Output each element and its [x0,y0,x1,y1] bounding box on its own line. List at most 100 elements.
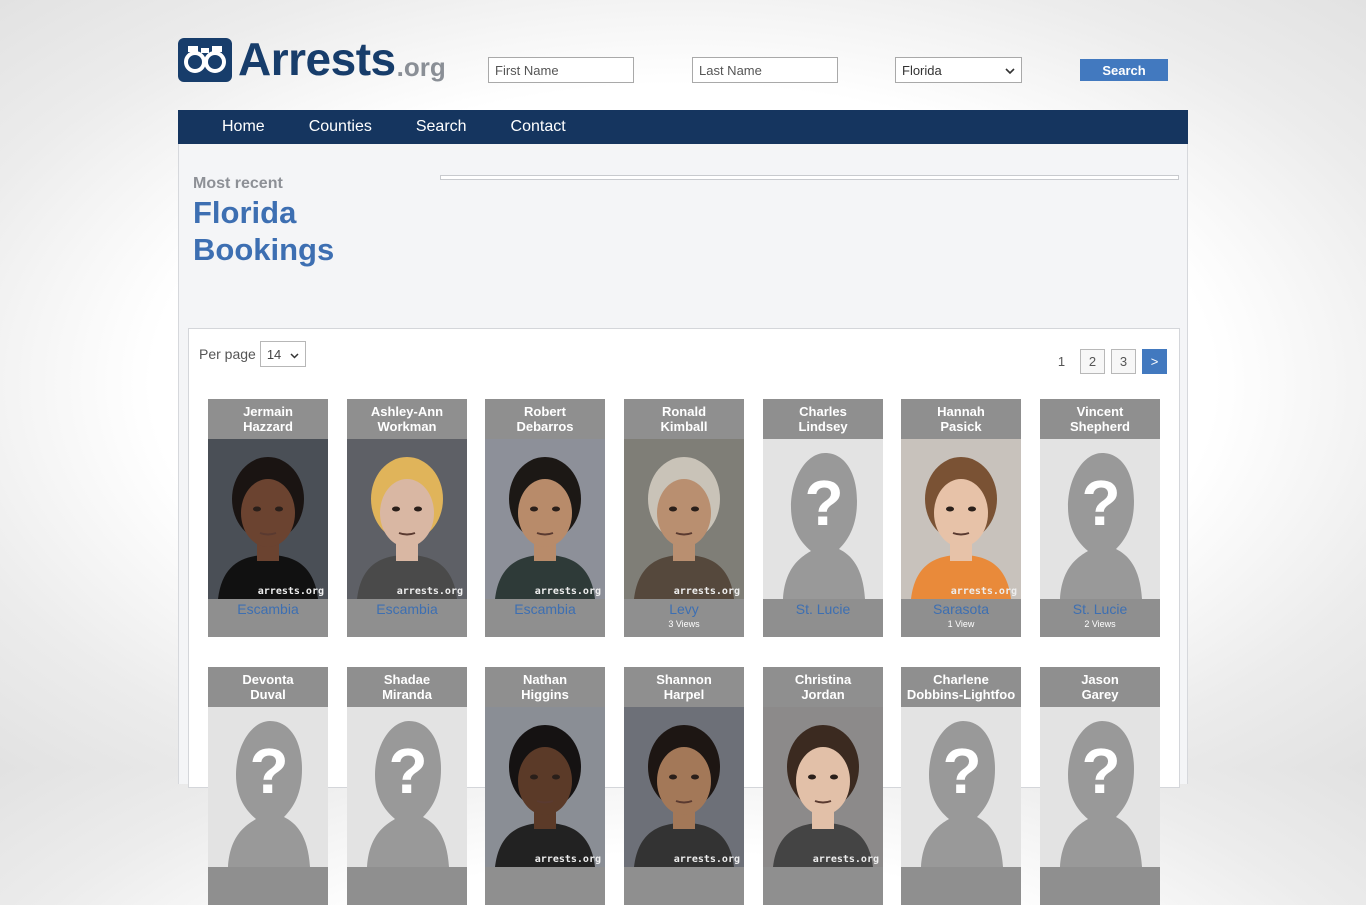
booking-photo[interactable]: arrests.org [485,439,605,599]
page-3-link[interactable]: 3 [1111,349,1136,374]
booking-last-name: Debarros [516,419,574,434]
booking-last-name: Lindsey [798,419,848,434]
booking-name[interactable]: Hannah Pasick [901,399,1021,439]
svg-text:?: ? [1081,467,1120,539]
booking-card[interactable]: Charles Lindsey? St. Lucie [763,399,883,637]
photo-watermark: arrests.org [396,586,463,597]
booking-county-link[interactable]: Escambia [208,601,328,617]
booking-photo[interactable]: arrests.org [208,439,328,599]
ad-placeholder [440,175,1179,180]
booking-card[interactable]: Jermain Hazzard arrests.org Escambia [208,399,328,637]
nav-home[interactable]: Home [222,118,265,136]
nav-counties[interactable]: Counties [309,118,372,136]
booking-card[interactable]: Christina Jordan arrests.org [763,667,883,905]
page-2-link[interactable]: 2 [1080,349,1105,374]
booking-card[interactable]: Devonta Duval? [208,667,328,905]
booking-views: 1 View [947,619,975,629]
booking-card[interactable]: Robert Debarros arrests.org Escambia [485,399,605,637]
booking-name[interactable]: Charlene Dobbins-Lightfoo [901,667,1021,707]
booking-name[interactable]: Jason Garey [1040,667,1160,707]
booking-last-name: Duval [250,687,286,702]
logo-suffix: .org [396,52,446,82]
booking-card[interactable]: Shadae Miranda? [347,667,467,905]
site-logo[interactable]: Arrests .org [178,34,446,82]
booking-first-name: Jason [1081,672,1119,687]
booking-photo[interactable]: ? [1040,707,1160,867]
per-page-label: Per page [199,346,256,362]
photo-watermark: arrests.org [534,854,601,865]
booking-name[interactable]: Robert Debarros [485,399,605,439]
booking-name[interactable]: Nathan Higgins [485,667,605,707]
booking-photo[interactable]: ? [1040,439,1160,599]
first-name-input[interactable] [488,57,634,83]
nav-search[interactable]: Search [416,118,467,136]
per-page-select[interactable]: 14 [259,341,306,367]
photo-watermark: arrests.org [950,586,1017,597]
booking-county-link[interactable]: Sarasota [901,601,1021,617]
booking-photo[interactable]: arrests.org [347,439,467,599]
booking-card[interactable]: Nathan Higgins arrests.org [485,667,605,905]
booking-last-name: Pasick [940,419,982,434]
booking-county-link[interactable]: St. Lucie [1040,601,1160,617]
booking-photo[interactable]: arrests.org [763,707,883,867]
most-recent-label: Most recent [193,175,283,192]
bookings-list: Per page 14 1 2 3 > Jermain Hazzard arrest… [188,328,1180,905]
booking-name[interactable]: Jermain Hazzard [208,399,328,439]
booking-name[interactable]: Christina Jordan [763,667,883,707]
photo-watermark: arrests.org [812,854,879,865]
booking-photo[interactable]: arrests.org [901,439,1021,599]
next-page-button[interactable]: > [1142,349,1167,374]
booking-first-name: Shannon [656,672,712,687]
booking-first-name: Hannah [937,404,985,419]
booking-name[interactable]: Charles Lindsey [763,399,883,439]
booking-card[interactable]: Vincent Shepherd? St. Lucie 2 Views [1040,399,1160,637]
search-button[interactable]: Search [1080,59,1168,81]
booking-photo[interactable]: ? [763,439,883,599]
booking-county-link[interactable]: St. Lucie [763,601,883,617]
svg-text:?: ? [249,735,288,807]
unknown-person-icon: ? [208,707,328,867]
booking-name[interactable]: Vincent Shepherd [1040,399,1160,439]
booking-last-name: Shepherd [1070,419,1130,434]
nav-contact[interactable]: Contact [511,118,566,136]
last-name-input[interactable] [692,57,838,83]
chevron-down-icon [290,347,299,362]
booking-photo[interactable]: ? [208,707,328,867]
booking-card[interactable]: Charlene Dobbins-Lightfoo? [901,667,1021,905]
photo-watermark: arrests.org [673,586,740,597]
booking-name[interactable]: Shannon Harpel [624,667,744,707]
booking-first-name: Nathan [522,672,568,687]
handcuffs-logo-icon [178,38,232,82]
booking-card[interactable]: Shannon Harpel arrests.org [624,667,744,905]
booking-card[interactable]: Hannah Pasick arrests.org Sarasota 1 View [901,399,1021,637]
booking-name[interactable]: Shadae Miranda [347,667,467,707]
booking-name[interactable]: Ashley-Ann Workman [347,399,467,439]
booking-photo[interactable]: arrests.org [624,439,744,599]
mugshot-photo [624,439,744,599]
booking-name[interactable]: Devonta Duval [208,667,328,707]
booking-county-link[interactable]: Levy [624,601,744,617]
booking-first-name: Charlene [933,672,989,687]
booking-card[interactable]: Jason Garey? [1040,667,1160,905]
unknown-person-icon: ? [347,707,467,867]
photo-watermark: arrests.org [673,854,740,865]
booking-photo[interactable]: ? [347,707,467,867]
booking-first-name: Vincent [1076,404,1124,419]
booking-first-name: Ronald [661,404,707,419]
booking-last-name: Kimball [660,419,708,434]
booking-photo[interactable]: ? [901,707,1021,867]
booking-card[interactable]: Ashley-Ann Workman arrests.org Escambia [347,399,467,637]
booking-first-name: Jermain [243,404,293,419]
photo-watermark: arrests.org [257,586,324,597]
booking-county-link[interactable]: Escambia [347,601,467,617]
page-title: Florida Bookings [193,194,334,268]
booking-first-name: Charles [799,404,847,419]
booking-photo[interactable]: arrests.org [624,707,744,867]
booking-first-name: Christina [794,672,852,687]
booking-card[interactable]: Ronald Kimball arrests.org Levy 3 Views [624,399,744,637]
booking-photo[interactable]: arrests.org [485,707,605,867]
state-select-value: Florida [902,62,942,78]
state-select[interactable]: Florida [895,57,1022,83]
booking-county-link[interactable]: Escambia [485,601,605,617]
booking-name[interactable]: Ronald Kimball [624,399,744,439]
